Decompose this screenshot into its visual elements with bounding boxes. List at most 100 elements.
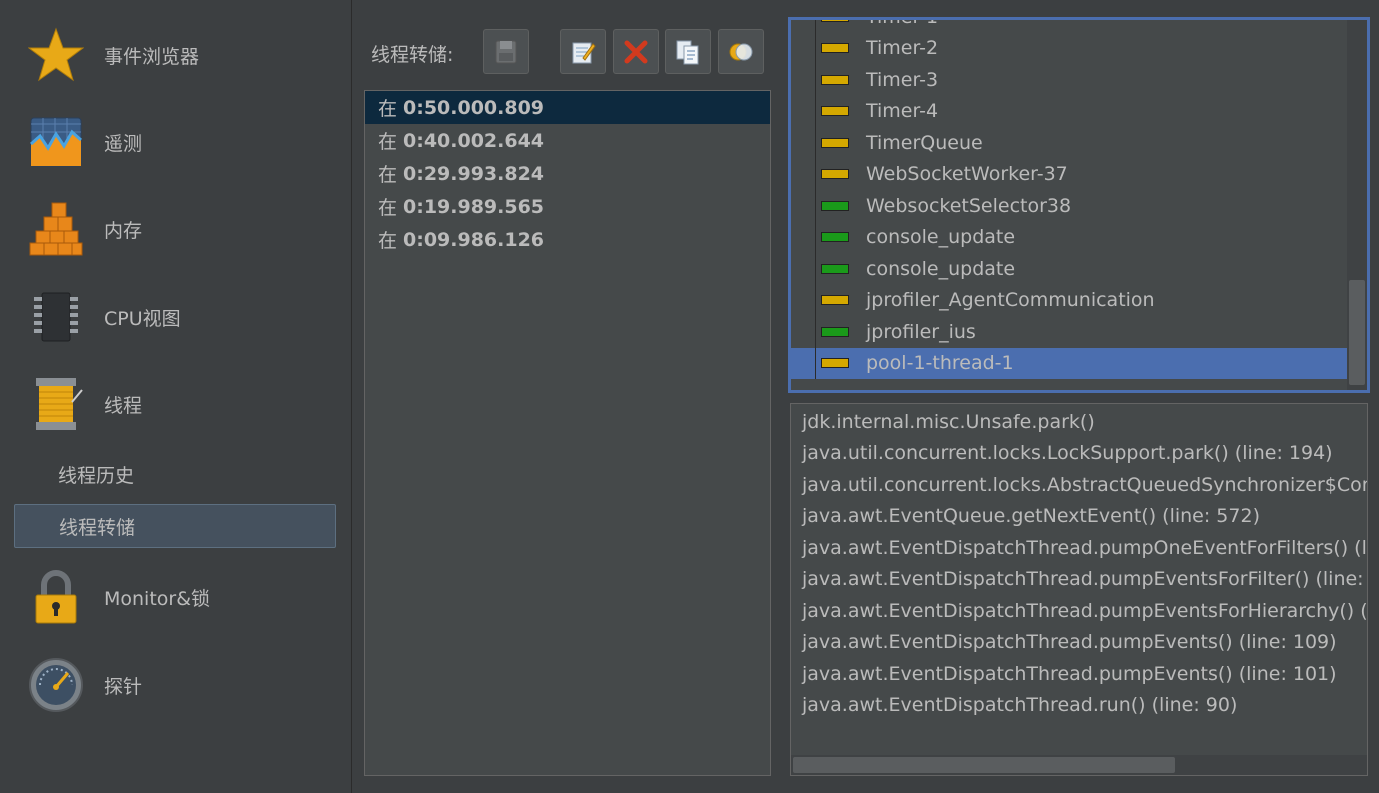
stack-frame[interactable]: java.awt.EventDispatchThread.pumpEvents(…: [791, 658, 1367, 690]
thread-state-indicator: [821, 295, 849, 306]
stack-frame[interactable]: java.util.concurrent.locks.AbstractQueue…: [791, 469, 1367, 501]
thread-state-indicator: [821, 43, 849, 54]
stack-frame[interactable]: java.awt.EventDispatchThread.pumpEvents(…: [791, 627, 1367, 659]
memory-blocks-icon: [29, 202, 83, 256]
stack-frame[interactable]: jdk.internal.misc.Unsafe.park(): [791, 406, 1367, 438]
thread-name: Timer-2: [866, 37, 939, 60]
thread-row[interactable]: Timer-1: [791, 20, 1347, 33]
tree-line: [815, 158, 816, 190]
thread-name: jprofiler_AgentCommunication: [866, 289, 1155, 312]
thread-state-indicator: [821, 137, 849, 148]
nav-item-cpu-views[interactable]: CPU视图: [0, 277, 350, 357]
thread-dumps-label: 线程转储:: [371, 44, 454, 66]
thread-name: WebsocketSelector38: [866, 194, 1072, 217]
dump-row[interactable]: 在 0:50.000.809: [365, 91, 770, 124]
stack-frame[interactable]: java.awt.EventDispatchThread.pumpEventsF…: [791, 595, 1367, 627]
dump-time: 0:09.986.126: [403, 228, 545, 251]
thread-row[interactable]: jprofiler_AgentCommunication: [791, 284, 1347, 316]
thread-row[interactable]: Timer-4: [791, 95, 1347, 127]
scrollbar-thumb[interactable]: [1349, 280, 1365, 385]
save-dump-button[interactable]: [483, 29, 529, 74]
compare-dumps-button[interactable]: [718, 29, 764, 74]
thread-name: jprofiler_ius: [866, 320, 976, 343]
star-icon: [28, 27, 84, 82]
dump-time: 0:40.002.644: [403, 129, 545, 152]
edit-icon: [572, 42, 596, 63]
dump-at-prefix: 在: [378, 230, 398, 252]
sidebar: 事件浏览器 遥测 内存 CPU视图 线程 线程历史 线程转储 Monitor&锁…: [0, 0, 352, 793]
thread-name: TimerQueue: [866, 131, 983, 154]
thread-state-indicator: [821, 232, 849, 243]
nav-label: 探针: [104, 675, 143, 698]
stack-frame[interactable]: java.awt.EventDispatchThread.pumpEventsF…: [791, 564, 1367, 596]
thread-row[interactable]: WebSocketWorker-37: [791, 158, 1347, 190]
thread-row[interactable]: WebsocketSelector38: [791, 190, 1347, 222]
dump-row[interactable]: 在 0:19.989.565: [365, 190, 770, 223]
padlock-icon: [35, 570, 77, 624]
thread-state-indicator: [821, 200, 849, 211]
thread-row[interactable]: console_update: [791, 253, 1347, 285]
nav-item-threads[interactable]: 线程: [0, 364, 350, 444]
thread-row[interactable]: console_update: [791, 221, 1347, 253]
thread-name: console_update: [866, 226, 1016, 249]
nav-item-probes[interactable]: 探针: [0, 645, 350, 725]
thread-state-indicator: [821, 20, 849, 22]
tree-line: [815, 64, 816, 96]
thread-row[interactable]: TimerQueue: [791, 127, 1347, 159]
tree-line: [815, 253, 816, 285]
save-icon: [495, 40, 517, 63]
tree-line: [815, 32, 816, 64]
stack-frame[interactable]: java.awt.EventDispatchThread.pumpOneEven…: [791, 532, 1367, 564]
nav-item-memory[interactable]: 内存: [0, 189, 350, 269]
scrollbar-thumb[interactable]: [793, 757, 1175, 773]
dump-row[interactable]: 在 0:29.993.824: [365, 157, 770, 190]
thread-list[interactable]: Timer-1 Timer-2 Timer-3 Timer-4 TimerQue…: [788, 17, 1370, 393]
tree-line: [815, 347, 816, 379]
edit-dump-button[interactable]: [560, 29, 606, 74]
thread-name: Timer-4: [866, 100, 939, 123]
tree-line: [815, 284, 816, 316]
dump-at-prefix: 在: [378, 98, 398, 120]
nav-subitem-thread-history[interactable]: 线程历史: [14, 452, 336, 496]
thread-row[interactable]: pool-1-thread-1: [791, 347, 1347, 379]
dump-at-prefix: 在: [378, 164, 398, 186]
thread-name: pool-1-thread-1: [866, 352, 1014, 375]
thread-name: Timer-3: [866, 68, 939, 91]
dump-row[interactable]: 在 0:40.002.644: [365, 124, 770, 157]
nav-subitem-thread-dumps[interactable]: 线程转储: [14, 504, 336, 548]
nav-sublabel: 线程历史: [58, 464, 135, 487]
nav-item-telemetry[interactable]: 遥测: [0, 102, 350, 182]
copy-icon: [676, 40, 699, 64]
thread-state-indicator: [821, 326, 849, 337]
compare-icon: [729, 43, 753, 60]
thread-row[interactable]: jprofiler_ius: [791, 316, 1347, 348]
nav-item-event-browser[interactable]: 事件浏览器: [0, 15, 350, 95]
dump-at-prefix: 在: [378, 197, 398, 219]
stack-trace-hscrollbar[interactable]: [791, 755, 1367, 775]
tree-line: [815, 20, 816, 33]
stack-trace-panel[interactable]: jdk.internal.misc.Unsafe.park() java.uti…: [790, 403, 1368, 776]
telemetry-chart-icon: [30, 117, 82, 167]
delete-dump-button[interactable]: [613, 29, 659, 74]
nav-label: 遥测: [104, 132, 143, 155]
thread-list-scrollbar[interactable]: [1347, 20, 1367, 390]
dump-row[interactable]: 在 0:09.986.126: [365, 223, 770, 256]
thread-name: Timer-1: [866, 20, 938, 28]
dump-time: 0:50.000.809: [403, 96, 545, 119]
stack-frame[interactable]: java.awt.EventQueue.getNextEvent() (line…: [791, 501, 1367, 533]
thread-name: WebSocketWorker-37: [866, 163, 1068, 186]
thread-dump-list[interactable]: 在 0:50.000.809 在 0:40.002.644 在 0:29.993.82…: [364, 90, 771, 776]
tree-line: [815, 221, 816, 253]
dump-time: 0:29.993.824: [403, 162, 545, 185]
stack-frame[interactable]: java.util.concurrent.locks.LockSupport.p…: [791, 438, 1367, 470]
stack-frame[interactable]: java.awt.EventDispatchThread.run() (line…: [791, 690, 1367, 722]
thread-state-indicator: [821, 358, 849, 369]
thread-row[interactable]: Timer-3: [791, 64, 1347, 96]
copy-dump-button[interactable]: [665, 29, 711, 74]
nav-item-monitors-locks[interactable]: Monitor&锁: [0, 557, 350, 637]
nav-label: CPU视图: [104, 307, 181, 330]
gauge-icon: [29, 658, 83, 712]
tree-line: [815, 95, 816, 127]
thread-row[interactable]: Timer-2: [791, 32, 1347, 64]
thread-state-indicator: [821, 74, 849, 85]
